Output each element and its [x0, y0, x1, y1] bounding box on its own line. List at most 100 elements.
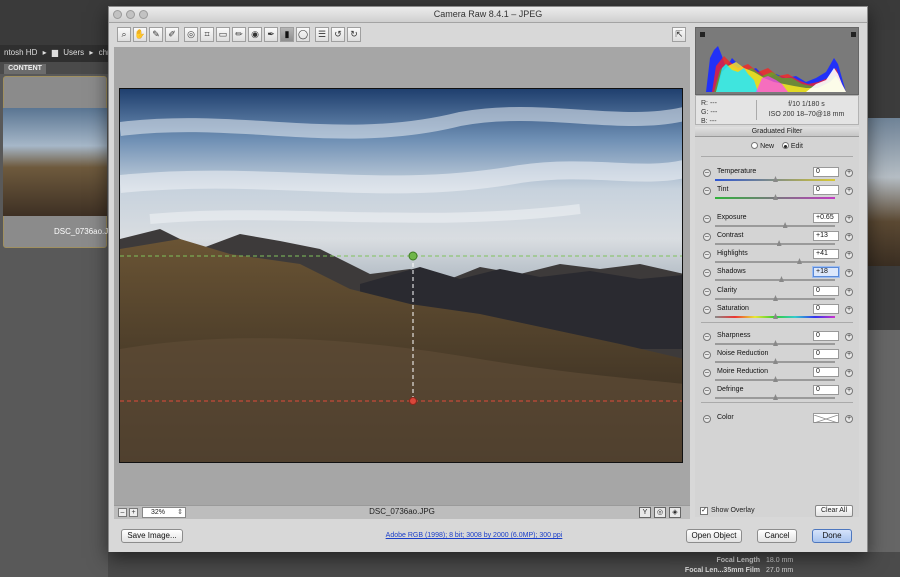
- save-image-button[interactable]: Save Image...: [121, 529, 183, 543]
- graduated-filter-tool-button[interactable]: ▮: [280, 27, 294, 42]
- minus-icon[interactable]: –: [703, 306, 711, 314]
- slider-thumb[interactable]: [779, 276, 784, 282]
- sharpness-value-field[interactable]: 0: [813, 331, 839, 341]
- mode-edit-radio[interactable]: Edit: [781, 142, 803, 150]
- path-item[interactable]: ntosh HD: [4, 48, 37, 57]
- minus-icon[interactable]: –: [703, 387, 711, 395]
- shadows-value-field[interactable]: +18: [813, 267, 839, 277]
- crop-tool-button[interactable]: ⌗: [200, 27, 214, 42]
- slider-thumb[interactable]: [773, 376, 778, 382]
- preview-settings-button[interactable]: ◈: [669, 507, 681, 518]
- plus-icon[interactable]: +: [845, 269, 853, 277]
- exposure-value-field[interactable]: +0.65: [813, 213, 839, 223]
- plus-icon[interactable]: +: [845, 187, 853, 195]
- plus-icon[interactable]: +: [845, 233, 853, 241]
- minus-icon[interactable]: –: [703, 169, 711, 177]
- preferences-tool-button[interactable]: ☰: [315, 27, 329, 42]
- minus-icon[interactable]: –: [703, 233, 711, 241]
- open-object-button[interactable]: Open Object: [686, 529, 742, 543]
- preview-mode-button[interactable]: ◎: [654, 507, 666, 518]
- saturation-slider[interactable]: [715, 313, 835, 319]
- bridge-content-tab[interactable]: CONTENT: [4, 64, 46, 74]
- slider-thumb[interactable]: [773, 176, 778, 182]
- rotate-cw-tool-button[interactable]: ↻: [347, 27, 361, 42]
- moire-reduction-slider[interactable]: [715, 376, 835, 382]
- done-button[interactable]: Done: [812, 529, 852, 543]
- plus-icon[interactable]: +: [845, 169, 853, 177]
- minus-icon[interactable]: –: [703, 415, 711, 423]
- plus-icon[interactable]: +: [845, 251, 853, 259]
- hand-tool-button[interactable]: ✋: [133, 27, 147, 42]
- minus-icon[interactable]: –: [703, 333, 711, 341]
- photo-preview[interactable]: [119, 88, 683, 463]
- slider-thumb[interactable]: [773, 194, 778, 200]
- minus-icon[interactable]: –: [703, 351, 711, 359]
- zoom-tool-button[interactable]: ⌕: [117, 27, 131, 42]
- slider-thumb[interactable]: [773, 358, 778, 364]
- clear-all-button[interactable]: Clear All: [815, 505, 853, 517]
- saturation-value-field[interactable]: 0: [813, 304, 839, 314]
- color-sampler-tool-button[interactable]: ✐: [165, 27, 179, 42]
- radial-filter-tool-button[interactable]: ◯: [296, 27, 310, 42]
- slider-thumb[interactable]: [797, 258, 802, 264]
- plus-icon[interactable]: +: [845, 387, 853, 395]
- clarity-slider[interactable]: [715, 295, 835, 301]
- moire-reduction-value-field[interactable]: 0: [813, 367, 839, 377]
- targeted-adjustment-tool-button[interactable]: ◎: [184, 27, 198, 42]
- plus-icon[interactable]: +: [845, 288, 853, 296]
- plus-icon[interactable]: +: [845, 333, 853, 341]
- color-swatch[interactable]: [813, 413, 839, 424]
- minus-icon[interactable]: –: [703, 215, 711, 223]
- preview-area[interactable]: [114, 47, 690, 505]
- plus-icon[interactable]: +: [845, 415, 853, 423]
- minus-icon[interactable]: –: [703, 187, 711, 195]
- tint-slider[interactable]: [715, 194, 835, 200]
- white-balance-tool-button[interactable]: ✎: [149, 27, 163, 42]
- minus-icon[interactable]: –: [703, 369, 711, 377]
- temperature-slider[interactable]: [715, 176, 835, 182]
- highlights-value-field[interactable]: +41: [813, 249, 839, 259]
- red-eye-tool-button[interactable]: ◉: [248, 27, 262, 42]
- slider-thumb[interactable]: [773, 313, 778, 319]
- title-bar[interactable]: Camera Raw 8.4.1 – JPEG: [109, 7, 867, 23]
- temperature-value-field[interactable]: 0: [813, 167, 839, 177]
- slider-thumb[interactable]: [782, 222, 788, 228]
- noise-reduction-slider[interactable]: [715, 358, 835, 364]
- minus-icon[interactable]: –: [703, 251, 711, 259]
- contrast-value-field[interactable]: +13: [813, 231, 839, 241]
- rotate-ccw-tool-button[interactable]: ↺: [331, 27, 345, 42]
- workflow-options-link[interactable]: Adobe RGB (1998); 8 bit; 3008 by 2000 (6…: [359, 532, 589, 539]
- adjustment-brush-tool-button[interactable]: ✒: [264, 27, 278, 42]
- before-after-toggle[interactable]: Y: [639, 507, 651, 518]
- slider-thumb[interactable]: [776, 240, 782, 246]
- contrast-slider[interactable]: [715, 240, 835, 246]
- plus-icon[interactable]: +: [845, 215, 853, 223]
- tint-value-field[interactable]: 0: [813, 185, 839, 195]
- plus-icon[interactable]: +: [845, 306, 853, 314]
- fullscreen-button[interactable]: ⇱: [672, 27, 686, 42]
- minus-icon[interactable]: –: [703, 269, 711, 277]
- slider-thumb[interactable]: [773, 394, 778, 400]
- mode-new-radio[interactable]: New: [751, 142, 774, 150]
- show-overlay-checkbox[interactable]: ✓: [700, 507, 708, 515]
- noise-reduction-value-field[interactable]: 0: [813, 349, 839, 359]
- path-item[interactable]: Users: [63, 48, 84, 57]
- spot-removal-tool-button[interactable]: ✏: [232, 27, 246, 42]
- plus-icon[interactable]: +: [845, 351, 853, 359]
- defringe-slider[interactable]: [715, 394, 835, 400]
- slider-thumb[interactable]: [773, 295, 778, 301]
- defringe-value-field[interactable]: 0: [813, 385, 839, 395]
- straighten-tool-button[interactable]: ▭: [216, 27, 230, 42]
- exposure-slider[interactable]: [715, 222, 835, 228]
- minus-icon[interactable]: –: [703, 288, 711, 296]
- path-item[interactable]: chr: [99, 48, 108, 57]
- slider-thumb[interactable]: [773, 340, 778, 346]
- shadows-slider[interactable]: [715, 276, 835, 282]
- highlights-slider[interactable]: [715, 258, 835, 264]
- plus-icon[interactable]: +: [845, 369, 853, 377]
- cancel-button[interactable]: Cancel: [757, 529, 797, 543]
- divider: [701, 322, 853, 323]
- sharpness-slider[interactable]: [715, 340, 835, 346]
- clarity-value-field[interactable]: 0: [813, 286, 839, 296]
- bridge-thumbnail-image[interactable]: [3, 108, 107, 216]
